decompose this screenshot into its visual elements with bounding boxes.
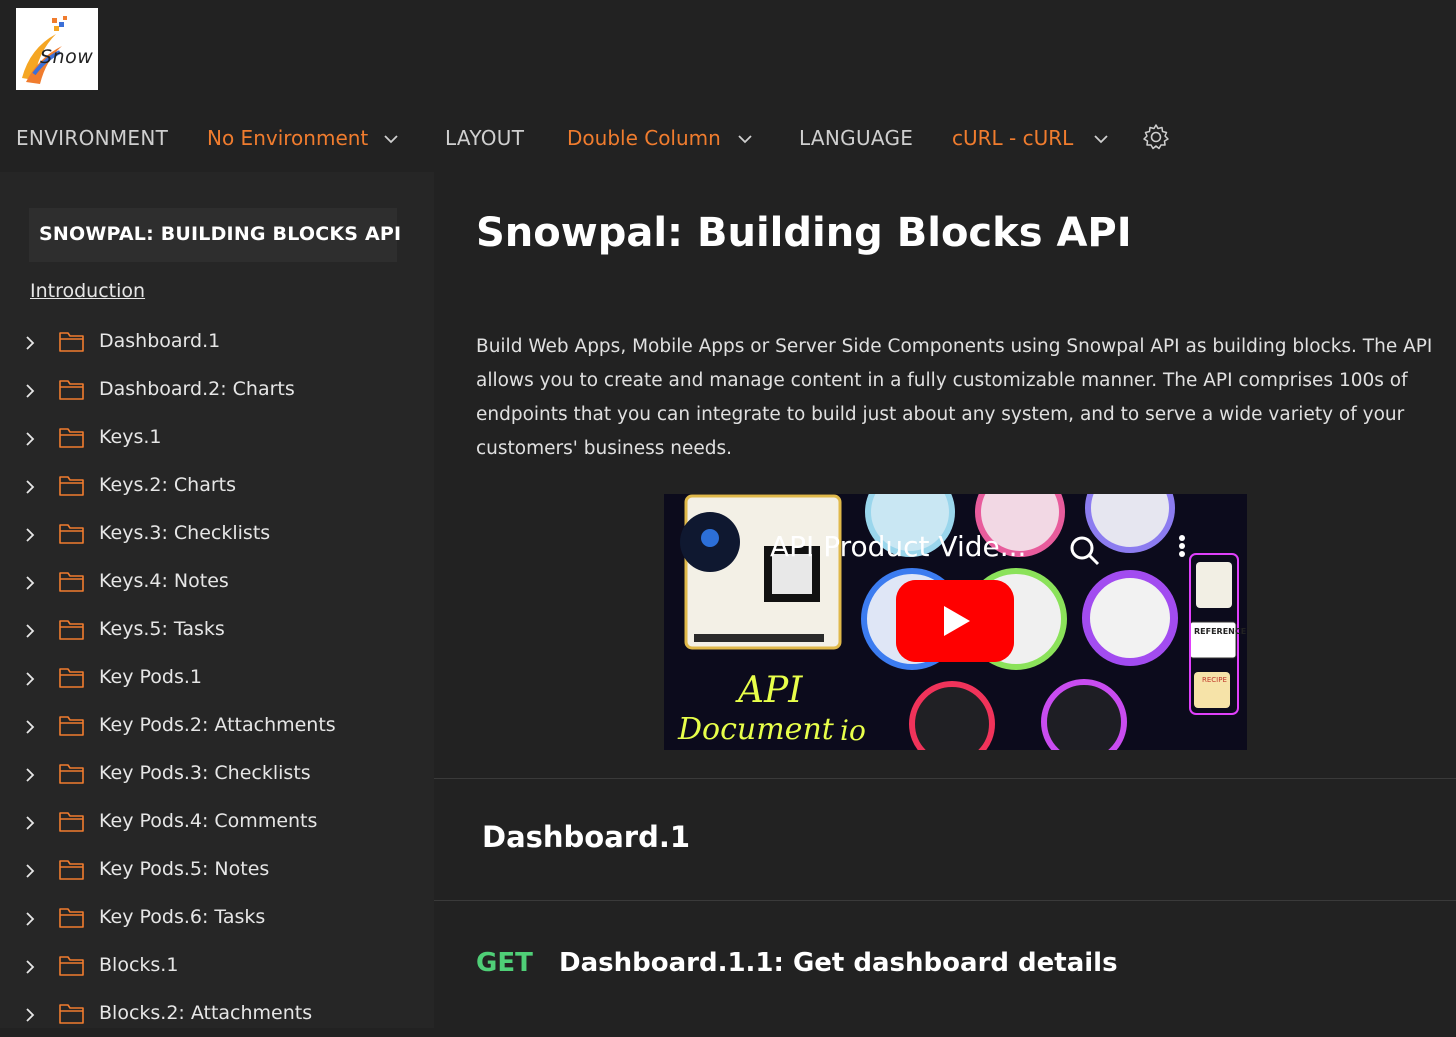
page-title: Snowpal: Building Blocks API (476, 210, 1132, 256)
sidebar-folder-item[interactable]: Dashboard.2: Charts (0, 369, 434, 413)
logo-text: Snow (40, 46, 94, 68)
sidebar-folder-label: Keys.1 (99, 426, 162, 448)
folder-icon (59, 908, 84, 928)
folder-icon (59, 668, 84, 688)
sidebar-folder-label: Key Pods.1 (99, 666, 202, 688)
environment-select[interactable]: No Environment (207, 126, 368, 150)
sidebar-folder-label: Dashboard.1 (99, 330, 221, 352)
http-method-badge: GET (476, 948, 533, 978)
endpoint-title[interactable]: Dashboard.1.1: Get dashboard details (559, 948, 1118, 978)
chevron-right-icon[interactable] (22, 381, 38, 401)
video-embed[interactable]: API Product Vide... API Document io REFE… (664, 494, 1247, 750)
sidebar-folder-label: Keys.4: Notes (99, 570, 229, 592)
chevron-right-icon[interactable] (22, 621, 38, 641)
sidebar-folder-label: Keys.5: Tasks (99, 618, 225, 640)
folder-icon (59, 716, 84, 736)
section-title: Dashboard.1 (482, 820, 691, 854)
chevron-right-icon[interactable] (22, 813, 38, 833)
snowpal-logo[interactable]: Snow (16, 8, 98, 90)
video-title: API Product Vide... (770, 530, 1027, 563)
sidebar-folder-item[interactable]: Dashboard.1 (0, 321, 434, 365)
folder-icon (59, 860, 84, 880)
sidebar-folder-item[interactable]: Blocks.1 (0, 945, 434, 989)
sidebar-folder-item[interactable]: Key Pods.5: Notes (0, 849, 434, 893)
chevron-down-icon[interactable] (1091, 129, 1111, 149)
sidebar-folder-label: Key Pods.2: Attachments (99, 714, 336, 736)
video-neon-text-1: API (738, 670, 803, 711)
sidebar-folder-item[interactable]: Keys.5: Tasks (0, 609, 434, 653)
sidebar-folder-item[interactable]: Keys.2: Charts (0, 465, 434, 509)
chevron-right-icon[interactable] (22, 429, 38, 449)
api-description: Build Web Apps, Mobile Apps or Server Si… (476, 336, 1433, 459)
sidebar-folder-item[interactable]: Blocks.2: Attachments (0, 993, 434, 1037)
play-icon[interactable] (896, 580, 1014, 662)
sidebar-folder-item[interactable]: Keys.3: Checklists (0, 513, 434, 557)
sidebar-folder-label: Dashboard.2: Charts (99, 378, 295, 400)
chevron-down-icon[interactable] (381, 129, 401, 149)
chevron-right-icon[interactable] (22, 573, 38, 593)
chevron-right-icon[interactable] (22, 1005, 38, 1025)
sidebar-folder-item[interactable]: Key Pods.4: Comments (0, 801, 434, 845)
video-neon-text-3: io (840, 714, 866, 747)
section-divider (434, 900, 1456, 901)
chevron-right-icon[interactable] (22, 957, 38, 977)
sidebar-folder-label: Key Pods.4: Comments (99, 810, 318, 832)
video-neon-text-2: Document (678, 712, 834, 747)
sidebar-folder-label: Keys.3: Checklists (99, 522, 271, 544)
folder-icon (59, 1004, 84, 1024)
sidebar-folder-label: Key Pods.3: Checklists (99, 762, 311, 784)
folder-icon (59, 572, 84, 592)
sidebar-folder-label: Key Pods.5: Notes (99, 858, 270, 880)
folder-icon (59, 428, 84, 448)
sidebar-folder-item[interactable]: Key Pods.1 (0, 657, 434, 701)
folder-icon (59, 332, 84, 352)
language-label: LANGUAGE (799, 126, 914, 150)
sidebar-folder-item[interactable]: Key Pods.6: Tasks (0, 897, 434, 941)
folder-icon (59, 380, 84, 400)
sidebar-api-title[interactable]: SNOWPAL: BUILDING BLOCKS API (29, 208, 401, 262)
sidebar-folder-item[interactable]: Keys.4: Notes (0, 561, 434, 605)
layout-label: LAYOUT (445, 126, 525, 150)
folder-icon (59, 812, 84, 832)
main-content: Snowpal: Building Blocks API Build Web A… (434, 172, 1456, 1028)
chevron-down-icon[interactable] (735, 129, 755, 149)
chevron-right-icon[interactable] (22, 333, 38, 353)
language-select[interactable]: cURL - cURL (952, 126, 1073, 150)
chevron-right-icon[interactable] (22, 765, 38, 785)
folder-icon (59, 620, 84, 640)
folder-icon (59, 956, 84, 976)
sidebar-folder-item[interactable]: Key Pods.3: Checklists (0, 753, 434, 797)
top-bar: Snow ENVIRONMENT No Environment LAYOUT D… (0, 0, 1456, 172)
sidebar-folder-label: Blocks.2: Attachments (99, 1002, 313, 1024)
folder-icon (59, 524, 84, 544)
gear-icon[interactable] (1141, 122, 1171, 152)
chevron-right-icon[interactable] (22, 525, 38, 545)
sidebar-folder-label: Key Pods.6: Tasks (99, 906, 266, 928)
video-badge-recipe: RECIPE (1202, 676, 1227, 684)
sidebar-item-introduction[interactable]: Introduction (30, 280, 145, 302)
folder-icon (59, 476, 84, 496)
chevron-right-icon[interactable] (22, 717, 38, 737)
section-divider (434, 778, 1456, 779)
layout-select[interactable]: Double Column (567, 126, 721, 150)
chevron-right-icon[interactable] (22, 477, 38, 497)
chevron-right-icon[interactable] (22, 669, 38, 689)
chevron-right-icon[interactable] (22, 909, 38, 929)
environment-label: ENVIRONMENT (16, 126, 169, 150)
video-badge-reference: REFERENCE (1194, 627, 1247, 636)
sidebar-folder-item[interactable]: Key Pods.2: Attachments (0, 705, 434, 749)
sidebar-folder-label: Keys.2: Charts (99, 474, 237, 496)
sidebar: SNOWPAL: BUILDING BLOCKS API Introductio… (0, 172, 434, 1028)
folder-icon (59, 764, 84, 784)
chevron-right-icon[interactable] (22, 861, 38, 881)
sidebar-folder-label: Blocks.1 (99, 954, 179, 976)
sidebar-folder-item[interactable]: Keys.1 (0, 417, 434, 461)
